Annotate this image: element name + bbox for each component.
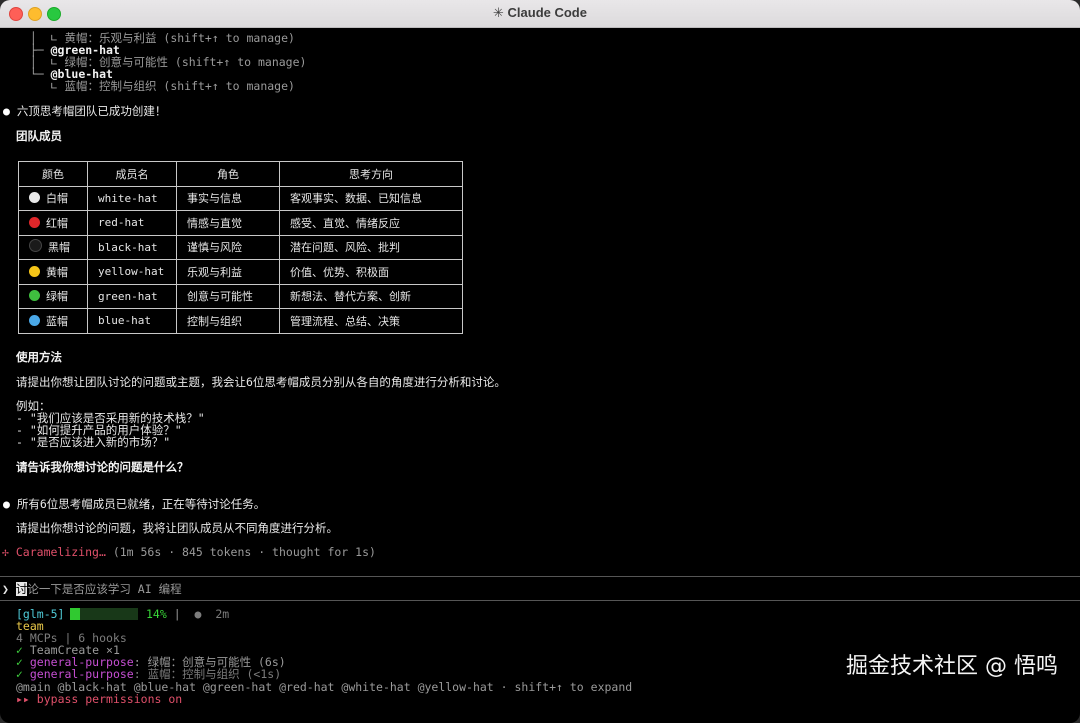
- context-progress-bar: [70, 608, 138, 620]
- assistant-message: ● 所有6位思考帽成员已就绪，正在等待讨论任务。: [3, 497, 266, 511]
- ask-question: 请告诉我你想讨论的问题是什么？: [16, 460, 189, 474]
- context-progress-fill: [70, 608, 80, 620]
- team-heading: 团队成员: [16, 129, 62, 143]
- message-bullet-icon: ●: [3, 104, 10, 118]
- usage-text: 请提出你想让团队讨论的问题或主题，我会让6位思考帽成员分别从各自的角度进行分析和…: [16, 375, 506, 389]
- terminal-window: ✳ Claude Code │ ∟ 黄帽：乐观与利益 (shift+↑ to m…: [0, 0, 1080, 723]
- spinner-icon: ✢: [2, 545, 9, 559]
- prompt-chevron-icon: ❯: [2, 582, 9, 596]
- example-item: - "是否应该进入新的市场？": [16, 435, 171, 449]
- message-bullet-icon: ●: [3, 497, 10, 511]
- context-usage: 14% | ● 2m: [146, 607, 230, 621]
- team-members-table: 颜色 成员名 角色 思考方向 白帽 white-hat 事实与信息 客观事实、数…: [18, 161, 463, 334]
- table-header-row: 颜色 成员名 角色 思考方向: [18, 161, 463, 187]
- yellow-heart-icon: [29, 265, 40, 277]
- white-circle-icon: [29, 192, 40, 204]
- red-circle-icon: [29, 216, 40, 228]
- green-heart-icon: [29, 290, 40, 302]
- black-circle-icon: [29, 239, 42, 253]
- table-row: 白帽 white-hat 事实与信息 客观事实、数据、已知信息: [18, 185, 463, 211]
- table-row: 绿帽 green-hat 创意与可能性 新想法、替代方案、创新: [18, 283, 463, 309]
- assistant-message-sub: 请提出你想讨论的问题，我将让团队成员从不同角度进行分析。: [16, 521, 338, 535]
- text-cursor: 讨: [15, 582, 28, 596]
- thinking-status: ✢ Caramelizing… (1m 56s · 845 tokens · t…: [2, 545, 376, 559]
- tree-line: ∟ 蓝帽：控制与组织 (shift+↑ to manage): [16, 79, 295, 93]
- permission-mode[interactable]: ▸▸ bypass permissions on: [16, 693, 182, 706]
- table-row: 蓝帽 blue-hat 控制与组织 管理流程、总结、决策: [18, 308, 463, 334]
- window-title: ✳ Claude Code: [493, 5, 587, 20]
- double-arrow-icon: ▸▸: [16, 692, 30, 706]
- usage-heading: 使用方法: [16, 350, 62, 364]
- table-row: 黑帽 black-hat 谨慎与风险 潜在问题、风险、批判: [18, 234, 463, 260]
- terminal-content: │ ∟ 黄帽：乐观与利益 (shift+↑ to manage) ├─ @gre…: [0, 28, 1080, 723]
- watermark: 掘金技术社区 @ 悟鸣: [846, 654, 1058, 679]
- input-divider-bottom: [0, 600, 1080, 601]
- prompt-input[interactable]: ❯ 讨论一下是否应该学习 AI 编程: [2, 582, 182, 596]
- assistant-message: ● 六顶思考帽团队已成功创建！: [3, 104, 167, 118]
- input-divider-top: [0, 576, 1080, 577]
- table-row: 红帽 red-hat 情感与直觉 感受、直觉、情绪反应: [18, 210, 463, 236]
- table-row: 黄帽 yellow-hat 乐观与利益 价值、优势、积极面: [18, 259, 463, 285]
- blue-diamond-icon: [29, 314, 40, 326]
- check-icon: ✓: [16, 667, 23, 681]
- session-dot-icon: ●: [194, 607, 202, 621]
- title-bar: ✳ Claude Code: [0, 0, 1080, 28]
